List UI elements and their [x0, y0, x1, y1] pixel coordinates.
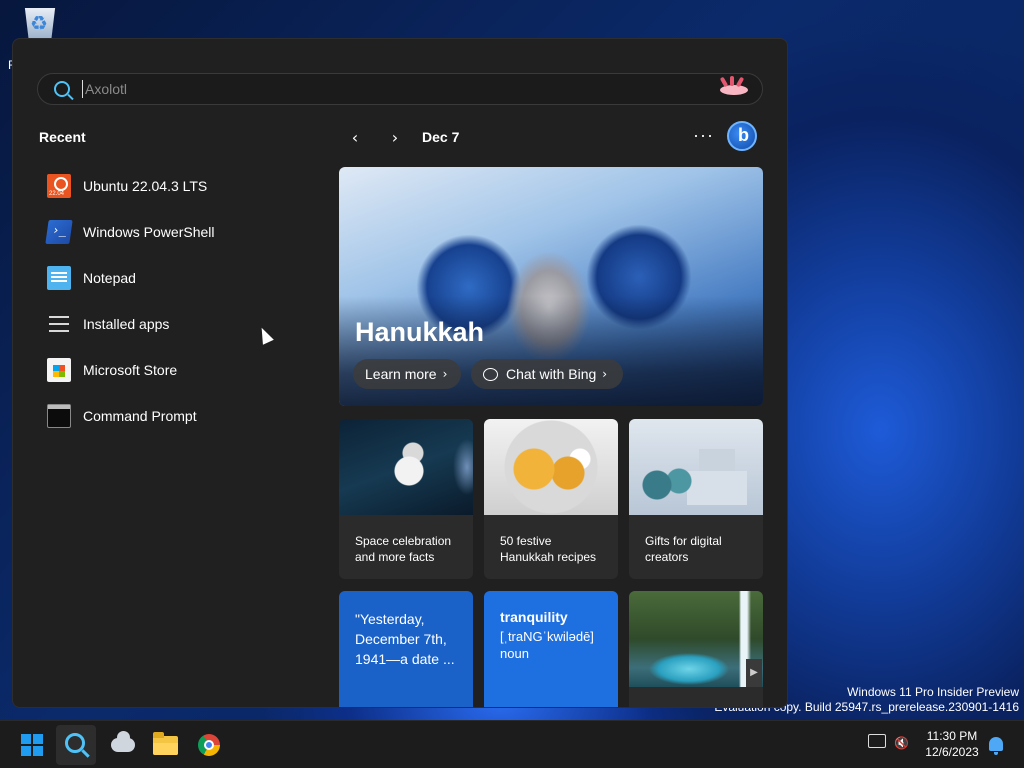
- chat-with-bing-label: Chat with Bing: [506, 366, 597, 382]
- hero-shade: [339, 296, 763, 406]
- axolotl-icon[interactable]: [712, 76, 756, 101]
- notification-bell-icon[interactable]: [989, 737, 1003, 755]
- search-icon: [54, 81, 70, 97]
- next-day-button[interactable]: ›: [385, 129, 405, 149]
- date-label: Dec 7: [422, 129, 460, 145]
- file-explorer-button[interactable]: [145, 725, 185, 765]
- card-image: [339, 419, 473, 515]
- recent-item-label: Command Prompt: [83, 408, 197, 424]
- installed-apps-icon: [47, 312, 71, 336]
- learn-more-button[interactable]: Learn more ›: [353, 359, 461, 389]
- search-box[interactable]: [37, 73, 763, 105]
- chat-bubble-icon: [483, 367, 498, 381]
- card-waterfall[interactable]: [629, 591, 763, 707]
- card-gifts[interactable]: Gifts for digital creators: [629, 419, 763, 579]
- recent-item-label: Notepad: [83, 270, 136, 286]
- taskbar-search-button[interactable]: [56, 725, 96, 765]
- word-title: tranquility: [500, 609, 568, 625]
- card-image: [629, 419, 763, 515]
- recent-item-command-prompt[interactable]: Command Prompt: [47, 393, 307, 439]
- recent-item-microsoft-store[interactable]: Microsoft Store: [47, 347, 307, 393]
- chevron-right-icon: ›: [442, 367, 448, 381]
- clock[interactable]: 11:30 PM 12/6/2023: [920, 728, 984, 760]
- start-button[interactable]: [12, 725, 52, 765]
- card-text: Gifts for digital creators: [645, 534, 722, 564]
- clock-time: 11:30 PM: [926, 729, 978, 743]
- previous-day-button[interactable]: ‹: [345, 129, 365, 149]
- card-image: [484, 419, 618, 515]
- widgets-button[interactable]: [102, 725, 142, 765]
- more-options-button[interactable]: ···: [693, 125, 714, 146]
- chrome-button[interactable]: [189, 725, 229, 765]
- learn-more-label: Learn more: [365, 366, 437, 382]
- search-input[interactable]: [82, 80, 712, 98]
- card-text: 50 festive Hanukkah recipes: [500, 534, 597, 564]
- recent-heading: Recent: [39, 129, 86, 145]
- recent-item-powershell[interactable]: Windows PowerShell: [45, 209, 307, 255]
- weather-cloud-icon: [111, 731, 135, 752]
- recent-item-label: Ubuntu 22.04.3 LTS: [83, 178, 208, 194]
- microsoft-store-icon: [47, 358, 71, 382]
- chrome-icon: [198, 734, 220, 756]
- chat-with-bing-button[interactable]: Chat with Bing ›: [471, 359, 623, 389]
- recent-item-label: Windows PowerShell: [83, 224, 215, 240]
- volume-muted-icon[interactable]: 🔇: [894, 736, 910, 750]
- recent-item-ubuntu[interactable]: Ubuntu 22.04.3 LTS: [47, 163, 307, 209]
- card-image: [629, 591, 763, 687]
- recent-item-label: Installed apps: [83, 316, 170, 332]
- recent-item-label: Microsoft Store: [83, 362, 178, 378]
- bing-icon[interactable]: [727, 121, 757, 151]
- word-pronunciation: [ˌtraNGˈkwilədē]: [500, 629, 594, 644]
- word-part-of-speech: noun: [500, 646, 529, 661]
- scroll-right-button[interactable]: ▶: [746, 659, 762, 687]
- powershell-icon: [45, 220, 73, 244]
- command-prompt-icon: [47, 404, 71, 428]
- card-recipes[interactable]: 50 festive Hanukkah recipes: [484, 419, 618, 579]
- card-text: Space celebration and more facts: [355, 534, 452, 564]
- card-word-of-day[interactable]: tranquility [ˌtraNGˈkwilədē] noun: [484, 591, 618, 707]
- recent-list: Ubuntu 22.04.3 LTS Windows PowerShell No…: [45, 163, 307, 439]
- clock-date: 12/6/2023: [925, 745, 979, 759]
- notepad-icon: [47, 266, 71, 290]
- hero-title: Hanukkah: [355, 317, 485, 347]
- search-panel: Recent Ubuntu 22.04.3 LTS Windows PowerS…: [12, 38, 788, 708]
- network-icon[interactable]: [868, 734, 886, 748]
- card-space[interactable]: Space celebration and more facts: [339, 419, 473, 579]
- folder-icon: [153, 732, 178, 755]
- hero-card[interactable]: Hanukkah Learn more › Chat with Bing ›: [339, 167, 763, 406]
- windows-icon: [21, 734, 43, 756]
- search-icon: [65, 733, 85, 753]
- ubuntu-icon: [47, 174, 71, 198]
- quote-text: "Yesterday, December 7th, 1941—a date ..…: [355, 611, 455, 667]
- chevron-right-icon: ›: [602, 367, 608, 381]
- recent-item-notepad[interactable]: Notepad: [47, 255, 307, 301]
- card-quote[interactable]: "Yesterday, December 7th, 1941—a date ..…: [339, 591, 473, 707]
- recycle-bin-icon[interactable]: [24, 8, 56, 38]
